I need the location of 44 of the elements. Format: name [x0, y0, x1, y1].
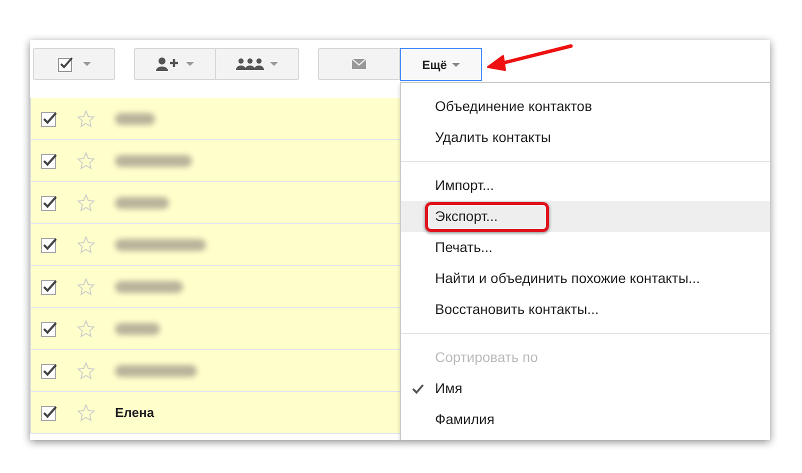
- checkbox[interactable]: [41, 362, 57, 378]
- envelope-icon: [352, 59, 366, 69]
- menu-item[interactable]: Удалить контакты: [435, 127, 551, 148]
- caret-icon: [452, 62, 460, 66]
- checkbox[interactable]: [41, 110, 57, 126]
- blurred-name: [115, 112, 155, 124]
- sort-option[interactable]: Имя: [435, 378, 462, 399]
- caret-icon: [186, 62, 194, 66]
- star-icon[interactable]: [77, 152, 95, 170]
- person-plus-icon: [156, 57, 180, 71]
- checkbox[interactable]: [41, 236, 57, 252]
- checkbox[interactable]: [41, 194, 57, 210]
- contact-name[interactable]: Елена: [115, 402, 154, 422]
- star-icon[interactable]: [77, 194, 95, 212]
- star-icon[interactable]: [77, 320, 95, 338]
- blurred-name: [115, 322, 160, 334]
- caret-icon: [270, 62, 278, 66]
- blurred-name: [115, 280, 183, 292]
- star-icon[interactable]: [77, 236, 95, 254]
- people-icon: [236, 58, 264, 70]
- checkbox[interactable]: [41, 152, 57, 168]
- menu-item[interactable]: Восстановить контакты...: [435, 299, 599, 320]
- star-icon[interactable]: [77, 278, 95, 296]
- add-contact-button[interactable]: [134, 48, 216, 80]
- checkbox[interactable]: [41, 278, 57, 294]
- menu-item[interactable]: Экспорт...: [435, 206, 498, 227]
- star-icon[interactable]: [77, 110, 95, 128]
- more-button[interactable]: Ещё: [400, 48, 482, 81]
- menu-item[interactable]: Найти и объединить похожие контакты...: [435, 268, 700, 289]
- menu-item[interactable]: Печать...: [435, 237, 493, 258]
- checkbox-icon: [58, 56, 72, 72]
- blurred-name: [115, 196, 169, 208]
- email-button[interactable]: [318, 48, 400, 80]
- star-icon[interactable]: [77, 404, 95, 422]
- caret-icon: [82, 62, 90, 66]
- menu-item[interactable]: Объединение контактов: [435, 96, 592, 117]
- select-button[interactable]: [33, 48, 115, 80]
- menu-item[interactable]: Импорт...: [435, 175, 494, 196]
- checkbox[interactable]: [41, 404, 57, 420]
- menu-heading: Сортировать по: [435, 348, 538, 367]
- group-button[interactable]: [216, 48, 299, 80]
- checkbox[interactable]: [41, 320, 57, 336]
- sort-option[interactable]: Фамилия: [435, 409, 494, 430]
- star-icon[interactable]: [77, 362, 95, 380]
